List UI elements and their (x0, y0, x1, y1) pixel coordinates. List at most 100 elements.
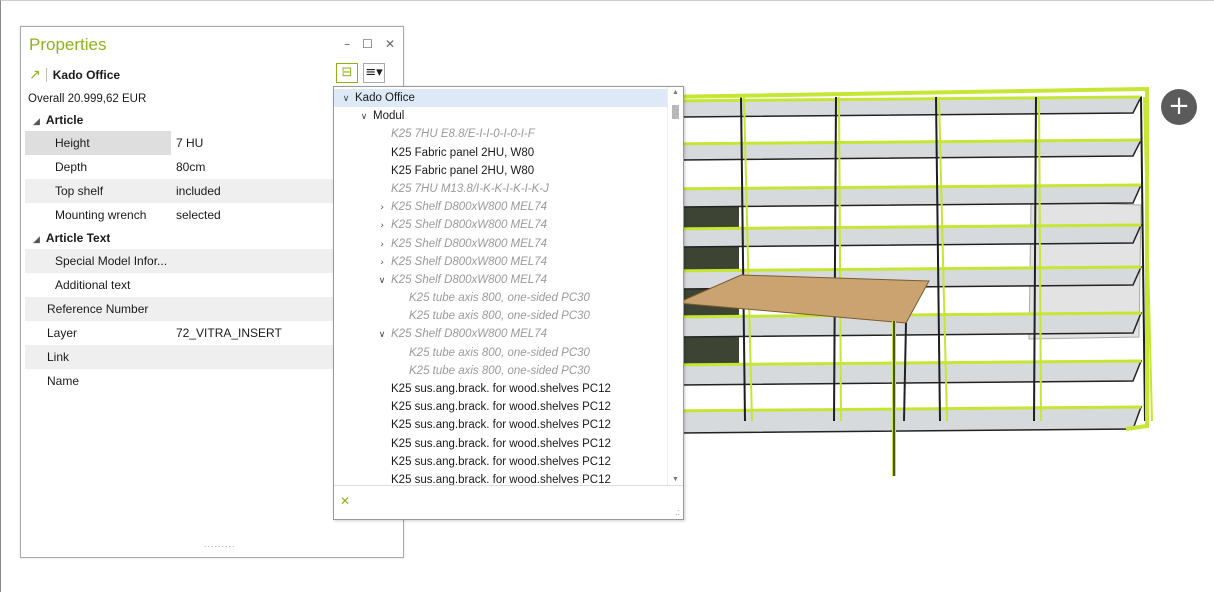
tree-item[interactable]: K25 tube axis 800, one-sided PC30 (334, 307, 668, 325)
property-label: Special Model Infor... (25, 249, 171, 273)
maximize-icon[interactable]: ☐ (362, 37, 373, 51)
add-button[interactable]: + (1161, 89, 1197, 125)
section-header[interactable]: ◢ Article Text (25, 227, 335, 249)
property-value[interactable]: 72_VITRA_INSERT (171, 321, 335, 345)
tree-item-label: K25 sus.ang.brack. for wood.shelves PC12 (391, 401, 611, 414)
chevron-down-icon[interactable]: ∨ (340, 90, 352, 108)
resize-handle-icon[interactable]: .: (675, 507, 680, 517)
chevron-down-icon[interactable]: ∨ (376, 326, 388, 344)
tree-item-label: K25 7HU E8.8/E-I-I-0-I-0-I-F (391, 128, 535, 141)
property-row[interactable]: Reference Number (25, 297, 335, 321)
tree-item-label: K25 Fabric panel 2HU, W80 (391, 164, 535, 177)
property-row[interactable]: Top shelf included (25, 179, 335, 203)
section-header[interactable]: ◢ Article (25, 109, 335, 131)
menu-list-icon[interactable]: ≡▾ (363, 63, 385, 83)
property-value[interactable] (171, 273, 335, 297)
close-icon[interactable]: ✕ (385, 37, 395, 51)
chevron-right-icon[interactable]: › (376, 254, 388, 272)
tree-item[interactable]: K25 Fabric panel 2HU, W80 (334, 162, 668, 180)
tree-item-label: K25 sus.ang.brack. for wood.shelves PC12 (391, 437, 611, 450)
tree-item[interactable]: › K25 Shelf D800xW800 MEL74 (334, 253, 668, 271)
tree-item-label: K25 Shelf D800xW800 MEL74 (391, 201, 547, 214)
tree-item-label: K25 sus.ang.brack. for wood.shelves PC12 (391, 419, 611, 432)
property-row[interactable]: Mounting wrench selected (25, 203, 335, 227)
property-label: Layer (47, 326, 78, 340)
tree-item-label: K25 Shelf D800xW800 MEL74 (391, 328, 547, 341)
property-label: Reference Number (25, 297, 171, 321)
property-label: Top shelf (25, 179, 171, 203)
tree-item[interactable]: ∨ Modul (334, 107, 668, 125)
tree-item-label: K25 Shelf D800xW800 MEL74 (391, 237, 547, 250)
tree-item-label: K25 Shelf D800xW800 MEL74 (391, 273, 547, 286)
property-value[interactable]: 80cm (171, 155, 335, 179)
tree-item-label: K25 Shelf D800xW800 MEL74 (391, 219, 547, 232)
property-row[interactable]: Height 7 HU (25, 131, 335, 155)
property-row[interactable]: Special Model Infor... (25, 249, 335, 273)
tree-item[interactable]: K25 sus.ang.brack. for wood.shelves PC12 (334, 416, 668, 434)
property-row[interactable]: Depth 80cm (25, 155, 335, 179)
clear-filter-icon[interactable]: ✕ (340, 494, 350, 508)
property-value[interactable]: 7 HU (171, 131, 335, 155)
property-grid: ◢ Article Height 7 HU Depth 80cm Top shelf incl… (25, 109, 335, 393)
tree-item[interactable]: K25 7HU M13.8/I-K-K-I-K-I-K-J (334, 180, 668, 198)
pin-icon[interactable]: ↗ (29, 67, 41, 83)
chevron-right-icon[interactable]: › (376, 199, 388, 217)
scroll-down-icon[interactable]: ▼ (672, 476, 679, 483)
tree-item[interactable]: K25 tube axis 800, one-sided PC30 (334, 289, 668, 307)
scroll-thumb[interactable] (672, 105, 679, 119)
tree-item[interactable]: ∨ K25 Shelf D800xW800 MEL74 (334, 325, 668, 343)
tree-item-label: K25 tube axis 800, one-sided PC30 (409, 292, 590, 305)
property-value[interactable] (171, 249, 335, 273)
property-label: Link (25, 345, 171, 369)
tree-item-label: K25 Fabric panel 2HU, W80 (391, 146, 535, 159)
property-row[interactable]: Link (25, 345, 335, 369)
minimize-icon[interactable]: – (344, 37, 350, 51)
property-value[interactable] (171, 345, 335, 369)
tree-item-label: K25 tube axis 800, one-sided PC30 (409, 310, 590, 323)
chevron-down-icon[interactable]: ∨ (376, 272, 388, 290)
property-row[interactable]: Layer 72_VITRA_INSERT (25, 321, 335, 345)
chevron-right-icon[interactable]: › (376, 236, 388, 254)
tree-item-label: K25 sus.ang.brack. for wood.shelves PC12 (391, 383, 611, 395)
tree-item[interactable]: K25 sus.ang.brack. for wood.shelves PC12 (334, 453, 668, 471)
tree-item[interactable]: › K25 Shelf D800xW800 MEL74 (334, 216, 668, 234)
window-controls: – ☐ ✕ (344, 37, 395, 51)
structure-tree-popup: ∨ Kado Office ∨ Modul K25 7HU E8.8/E-I-I-0-I… (333, 86, 684, 520)
tree-item[interactable]: › K25 Shelf D800xW800 MEL74 (334, 235, 668, 253)
property-label: Height (25, 131, 171, 155)
tree-item[interactable]: K25 sus.ang.brack. for wood.shelves PC12 (334, 398, 668, 416)
tree-item[interactable]: K25 sus.ang.brack. for wood.shelves PC12 (334, 380, 668, 398)
tree-scrollbar[interactable]: ▲ ▼ (667, 87, 683, 485)
property-row[interactable]: Additional text (25, 273, 335, 297)
tree-item[interactable]: › K25 Shelf D800xW800 MEL74 (334, 198, 668, 216)
panel-title: Properties (29, 35, 107, 54)
tree-item[interactable]: K25 7HU E8.8/E-I-I-0-I-0-I-F (334, 125, 668, 143)
tree-item[interactable]: K25 tube axis 800, one-sided PC30 (334, 362, 668, 380)
collapse-triangle-icon[interactable]: ◢ (33, 116, 40, 126)
section-label: Article Text (45, 231, 111, 245)
property-value[interactable] (171, 297, 335, 321)
tree-item[interactable]: K25 Fabric panel 2HU, W80 (334, 144, 668, 162)
tree-view-icon[interactable]: ⊟ (336, 63, 358, 83)
scroll-up-icon[interactable]: ▲ (672, 89, 679, 96)
tree-item-label: K25 tube axis 800, one-sided PC30 (409, 364, 590, 377)
tree-item-label: K25 sus.ang.brack. for wood.shelves PC12 (391, 455, 611, 468)
tree-item[interactable]: K25 sus.ang.brack. for wood.shelves PC12 (334, 435, 668, 453)
tree-item[interactable]: ∨ Kado Office (334, 89, 668, 108)
property-row[interactable]: Name (25, 369, 335, 393)
property-value[interactable]: selected (171, 203, 335, 227)
chevron-right-icon[interactable]: › (376, 217, 388, 235)
tree-footer: ✕ .: (334, 485, 683, 519)
property-value[interactable] (171, 369, 335, 393)
tree-item[interactable]: K25 tube axis 800, one-sided PC30 (334, 344, 668, 362)
tree-item-label: K25 Shelf D800xW800 MEL74 (391, 255, 547, 268)
tree-item[interactable]: ∨ K25 Shelf D800xW800 MEL74 (334, 271, 668, 289)
resize-grip-icon[interactable]: ......... (204, 539, 236, 549)
chevron-down-icon[interactable]: ∨ (358, 108, 370, 126)
tree-list: ∨ Kado Office ∨ Modul K25 7HU E8.8/E-I-I-0-I… (334, 89, 668, 489)
overall-price: Overall 20.999,62 EUR (28, 93, 147, 105)
property-label: Depth (55, 160, 88, 174)
collapse-triangle-icon[interactable]: ◢ (33, 234, 40, 244)
divider (45, 68, 47, 82)
property-value[interactable]: included (171, 179, 335, 203)
